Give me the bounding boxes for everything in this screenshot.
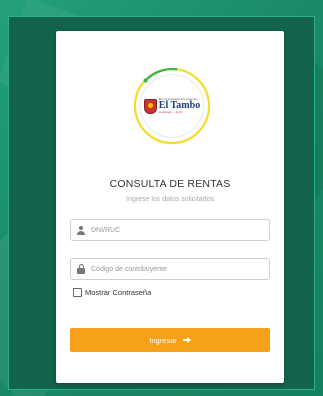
dni-ruc-placeholder: DNI/RUC (91, 226, 121, 234)
submit-button-label: Ingresar (149, 335, 177, 345)
user-icon (71, 225, 91, 235)
page-subtitle: Ingrese los datos solicitados (126, 196, 214, 203)
logo-badge: Municipalidad Distrital de El Tambo Huan… (131, 65, 213, 147)
contributor-code-placeholder: Código de contribuyente (91, 265, 167, 273)
dni-ruc-field[interactable]: DNI/RUC (70, 219, 270, 241)
show-password-toggle[interactable]: Mostrar Contraseña (73, 288, 151, 297)
logo-sub-text: Huancayo - Junín (158, 110, 183, 114)
contributor-code-field[interactable]: Código de contribuyente (70, 258, 270, 280)
lock-icon (71, 264, 91, 274)
show-password-label: Mostrar Contraseña (85, 288, 152, 297)
login-card: Municipalidad Distrital de El Tambo Huan… (56, 31, 284, 383)
submit-button[interactable]: Ingresar (70, 328, 270, 352)
logo-text: Municipalidad Distrital de El Tambo Huan… (159, 98, 200, 114)
logo: Municipalidad Distrital de El Tambo Huan… (140, 74, 204, 138)
show-password-checkbox[interactable] (73, 288, 82, 297)
coat-of-arms-icon (143, 98, 157, 114)
page-title: CONSULTA DE RENTAS (109, 178, 231, 190)
arrow-right-icon (182, 336, 191, 344)
